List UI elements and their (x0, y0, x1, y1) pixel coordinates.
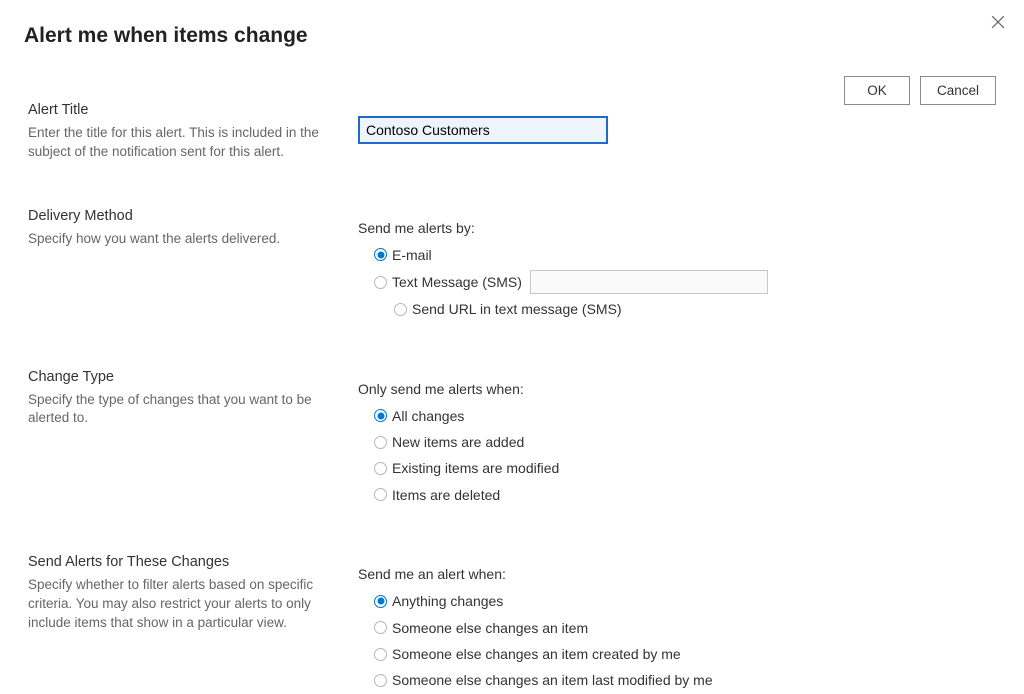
change-type-description: Specify the type of changes that you wan… (28, 391, 328, 429)
ok-button[interactable]: OK (844, 76, 910, 105)
radio-item-someone-else-created[interactable]: Someone else changes an item created by … (374, 641, 996, 667)
radio-item-someone-else[interactable]: Someone else changes an item (374, 615, 996, 641)
radio-item-items-deleted[interactable]: Items are deleted (374, 482, 996, 508)
radio-email-label: E-mail (392, 244, 432, 266)
radio-all-changes[interactable] (374, 409, 387, 422)
radio-someone-else[interactable] (374, 621, 387, 634)
radio-anything-changes-label: Anything changes (392, 590, 503, 612)
radio-item-email[interactable]: E-mail (374, 242, 996, 268)
radio-sms[interactable] (374, 276, 387, 289)
section-alert-title: Alert Title Enter the title for this ale… (28, 102, 996, 162)
radio-items-deleted-label: Items are deleted (392, 484, 500, 506)
radio-someone-else-created[interactable] (374, 648, 387, 661)
radio-item-anything-changes[interactable]: Anything changes (374, 588, 996, 614)
close-icon[interactable] (988, 12, 1008, 32)
delivery-method-heading: Delivery Method (28, 208, 358, 224)
radio-all-changes-label: All changes (392, 405, 464, 427)
section-delivery-method: Delivery Method Specify how you want the… (28, 208, 996, 323)
page-title: Alert me when items change (0, 0, 1024, 48)
action-buttons: OK Cancel (844, 76, 996, 105)
radio-item-existing-modified[interactable]: Existing items are modified (374, 455, 996, 481)
send-alerts-label: Send me an alert when: (358, 566, 996, 582)
radio-send-url[interactable] (394, 303, 407, 316)
radio-item-sms[interactable]: Text Message (SMS) (374, 268, 996, 296)
radio-anything-changes[interactable] (374, 595, 387, 608)
radio-sms-label: Text Message (SMS) (392, 271, 522, 293)
send-alerts-heading: Send Alerts for These Changes (28, 554, 358, 570)
radio-someone-else-created-label: Someone else changes an item created by … (392, 643, 681, 665)
radio-existing-modified[interactable] (374, 462, 387, 475)
radio-item-someone-else-modified[interactable]: Someone else changes an item last modifi… (374, 667, 996, 693)
sms-number-input[interactable] (530, 270, 768, 294)
send-alerts-description: Specify whether to filter alerts based o… (28, 576, 328, 633)
radio-items-deleted[interactable] (374, 488, 387, 501)
alert-title-heading: Alert Title (28, 102, 358, 118)
radio-existing-modified-label: Existing items are modified (392, 457, 559, 479)
delivery-method-description: Specify how you want the alerts delivere… (28, 230, 328, 249)
section-change-type: Change Type Specify the type of changes … (28, 369, 996, 509)
section-send-alerts: Send Alerts for These Changes Specify wh… (28, 554, 996, 694)
delivery-method-label: Send me alerts by: (358, 220, 996, 236)
radio-item-new-items[interactable]: New items are added (374, 429, 996, 455)
alert-title-input[interactable] (358, 116, 608, 144)
radio-someone-else-modified[interactable] (374, 674, 387, 687)
alert-title-description: Enter the title for this alert. This is … (28, 124, 328, 162)
change-type-label: Only send me alerts when: (358, 381, 996, 397)
radio-someone-else-label: Someone else changes an item (392, 617, 588, 639)
radio-item-all-changes[interactable]: All changes (374, 403, 996, 429)
radio-email[interactable] (374, 248, 387, 261)
radio-new-items-label: New items are added (392, 431, 524, 453)
radio-item-send-url[interactable]: Send URL in text message (SMS) (394, 296, 996, 322)
radio-send-url-label: Send URL in text message (SMS) (412, 298, 622, 320)
change-type-heading: Change Type (28, 369, 358, 385)
radio-new-items[interactable] (374, 436, 387, 449)
cancel-button[interactable]: Cancel (920, 76, 996, 105)
radio-someone-else-modified-label: Someone else changes an item last modifi… (392, 669, 713, 691)
